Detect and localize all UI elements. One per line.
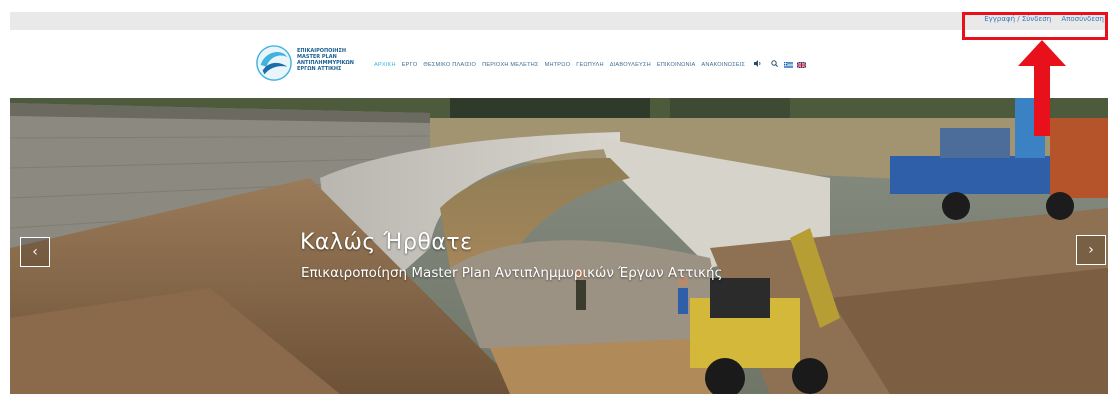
nav-item-geoportal[interactable]: ΓΕΩΠΥΛΗ [576,62,604,68]
nav-item-announcements[interactable]: ΑΝΑΚΟΙΝΩΣΕΙΣ [701,62,745,68]
nav-item-registry[interactable]: ΜΗΤΡΩΟ [545,62,571,68]
hero-slider: Καλώς Ήρθατε Επικαιροποίηση Master Plan … [10,98,1108,394]
nav-item-study-area[interactable]: ΠΕΡΙΟΧΗ ΜΕΛΕΤΗΣ [482,62,539,68]
hero-subtitle: Επικαιροποίηση Master Plan Αντιπλημμυρικ… [301,265,723,281]
nav-item-consultation[interactable]: ΔΙΑΒΟΥΛΕΥΣΗ [610,62,651,68]
chevron-left-icon: ‹ [32,244,38,260]
nav-item-project[interactable]: ΕΡΓΟ [402,62,418,68]
slider-prev-button[interactable]: ‹ [20,237,50,267]
annotation-arrow-icon [1018,40,1066,136]
site-header: ΕΠΙΚΑΙΡΟΠΟΙΗΣΗ MASTER PLAN ΑΝΤΙΠΛΗΜΜΥΡΙΚ… [10,30,1108,100]
nav-item-home[interactable]: ΑΡΧΙΚΗ [374,62,396,68]
hero-background-image [10,98,1108,394]
main-nav: ΑΡΧΙΚΗ ΕΡΓΟ ΘΕΣΜΙΚΟ ΠΛΑΙΣΙΟ ΠΕΡΙΟΧΗ ΜΕΛΕ… [374,60,810,69]
site-logo[interactable]: ΕΠΙΚΑΙΡΟΠΟΙΗΣΗ MASTER PLAN ΑΝΤΙΠΛΗΜΜΥΡΙΚ… [255,44,355,84]
greek-flag-icon[interactable] [784,61,794,68]
nav-item-contact[interactable]: ΕΠΙΚΟΙΝΩΝΙΑ [657,62,696,68]
hero-title: Καλώς Ήρθατε [300,230,473,255]
search-icon[interactable] [771,60,779,69]
page: Εγγραφή / Σύνδεση Αποσύνδεση ΕΠΙΚΑΙΡΟΠΟΙ… [0,0,1108,394]
logo-line: ΕΡΓΩΝ ΑΤΤΙΚΗΣ [297,66,342,72]
uk-flag-icon[interactable] [796,61,807,68]
slider-next-button[interactable]: › [1076,235,1106,265]
annotation-highlight-box [962,12,1108,40]
logo-text: ΕΠΙΚΑΙΡΟΠΟΙΗΣΗ MASTER PLAN ΑΝΤΙΠΛΗΜΜΥΡΙΚ… [297,48,354,72]
top-bar: Εγγραφή / Σύνδεση Αποσύνδεση [10,12,1108,30]
speaker-icon[interactable] [754,60,762,69]
chevron-right-icon: › [1088,242,1094,258]
logo-wave-icon [256,45,292,81]
nav-item-legal-framework[interactable]: ΘΕΣΜΙΚΟ ΠΛΑΙΣΙΟ [423,62,476,68]
